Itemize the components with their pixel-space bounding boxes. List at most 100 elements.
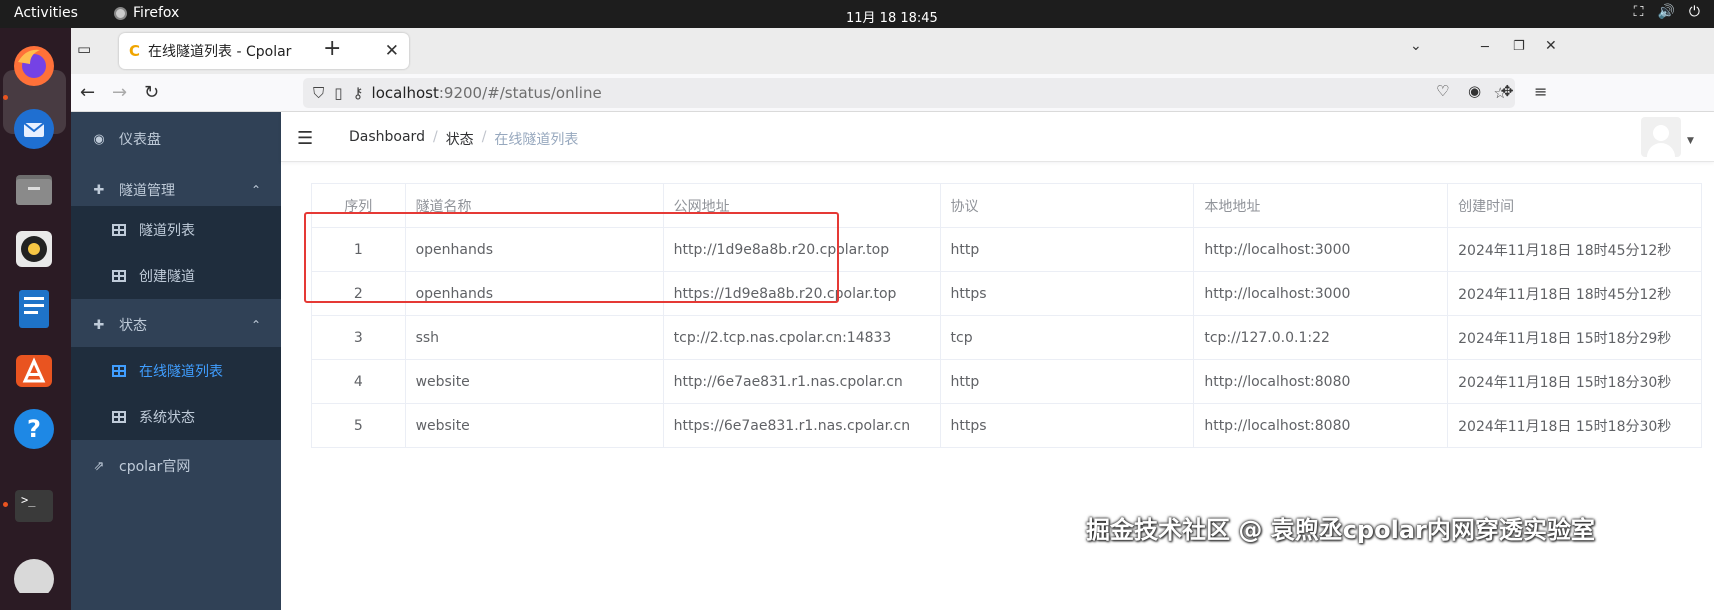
activities-button[interactable]: Activities — [14, 5, 78, 21]
chevron-up-icon: ⌃ — [250, 318, 261, 332]
column-header: 协议 — [939, 183, 1195, 228]
table-cell: 4 — [311, 359, 406, 404]
sidebar: ◉ 仪表盘 ✚ 隧道管理 ⌃ 隧道列表 创建隧道 ✚ 状态 ⌃ 在线隧道列表 系… — [71, 112, 281, 610]
table-row: 5 website https://6e7ae831.r1.nas.cpolar… — [311, 403, 1702, 448]
column-header: 公网地址 — [662, 183, 941, 228]
table-cell: http://1d9e8a8b.r20.cpolar.top — [662, 227, 941, 272]
table-header-row: 序列 隧道名称 公网地址 协议 本地地址 创建时间 — [311, 183, 1702, 228]
table-cell: website — [404, 359, 664, 404]
sidebar-item-label: 仪表盘 — [119, 132, 161, 148]
table-cell: 2024年11月18日 18时45分12秒 — [1447, 271, 1702, 316]
external-link-icon: ⇗ — [93, 458, 105, 474]
disc-icon[interactable] — [11, 548, 57, 594]
tunnel-table: 序列 隧道名称 公网地址 协议 本地地址 创建时间 1 openhands ht… — [311, 183, 1702, 448]
sidebar-item-tunnel-list[interactable]: 隧道列表 — [71, 206, 281, 253]
volume-icon[interactable]: 🔊 — [1657, 4, 1674, 20]
caret-down-icon[interactable]: ▼ — [1687, 136, 1694, 146]
files-icon[interactable] — [11, 166, 57, 212]
power-icon[interactable]: ⏻ — [1689, 4, 1700, 20]
table-cell: website — [404, 403, 664, 448]
back-icon[interactable]: ← — [80, 82, 95, 103]
browser-tab-bar: ▭ C 在线隧道列表 - Cpolar ✕ + ⌄ ─ ❐ ✕ — [71, 28, 1714, 74]
chevron-up-icon: ⌃ — [250, 183, 261, 197]
writer-icon[interactable] — [11, 286, 57, 332]
sidebar-item-label: 在线隧道列表 — [139, 363, 223, 380]
sidebar-item-label: cpolar官网 — [119, 459, 191, 475]
sidebar-item-online-tunnels[interactable]: 在线隧道列表 — [71, 347, 281, 394]
account-icon[interactable]: ◉ — [1468, 82, 1481, 100]
close-window-icon[interactable]: ✕ — [1545, 38, 1557, 54]
table-cell: ssh — [404, 315, 664, 360]
table-cell: 1 — [311, 227, 406, 272]
table-cell: http — [939, 359, 1195, 404]
column-header: 本地地址 — [1193, 183, 1449, 228]
list-tabs-chevron-icon[interactable]: ⌄ — [1410, 38, 1422, 54]
key-icon[interactable]: ⚷ — [353, 84, 364, 102]
shield-icon[interactable]: ⛉ — [313, 84, 324, 102]
table-cell: openhands — [404, 227, 664, 272]
sidebar-item-system-status[interactable]: 系统状态 — [71, 393, 281, 440]
forward-icon[interactable]: → — [112, 82, 127, 103]
avatar[interactable] — [1641, 117, 1681, 157]
app-menu[interactable]: Firefox — [114, 5, 179, 21]
table-cell: 2024年11月18日 18时45分12秒 — [1447, 227, 1702, 272]
help-icon[interactable]: ? — [11, 406, 57, 452]
tab-overview-icon[interactable]: ▭ — [77, 40, 91, 58]
restore-icon[interactable]: ❐ — [1513, 39, 1525, 54]
breadcrumb-dashboard[interactable]: Dashboard — [349, 129, 425, 149]
minimize-icon[interactable]: ─ — [1481, 40, 1489, 55]
extensions-icon[interactable]: ✥ — [1501, 82, 1514, 100]
app-name: Firefox — [133, 5, 180, 21]
network-icon[interactable]: ⛶ — [1634, 4, 1644, 20]
sidebar-item-label: 状态 — [119, 318, 147, 334]
url-bar[interactable]: ⛉ ▯ ⚷ localhost:9200/#/status/online ☆ — [303, 78, 1515, 108]
clock[interactable]: 11月 18 18:45 — [846, 7, 938, 26]
terminal-icon[interactable]: >_ — [11, 483, 57, 529]
running-indicator — [3, 502, 8, 507]
table-row: 2 openhands https://1d9e8a8b.r20.cpolar.… — [311, 271, 1702, 316]
rhythmbox-icon[interactable] — [11, 226, 57, 272]
sidebar-item-dashboard[interactable]: ◉ 仪表盘 — [71, 112, 281, 166]
reload-icon[interactable]: ↻ — [144, 82, 159, 103]
url-path: :9200/#/status/online — [438, 84, 602, 102]
table-cell: https — [939, 271, 1195, 316]
table-cell: http — [939, 227, 1195, 272]
hamburger-icon[interactable]: ☰ — [297, 128, 313, 149]
table-cell: https://6e7ae831.r1.nas.cpolar.cn — [662, 403, 941, 448]
table-cell: http://localhost:3000 — [1193, 227, 1449, 272]
sidebar-item-status[interactable]: ✚ 状态 ⌃ — [71, 298, 281, 352]
plus-circle-icon: ✚ — [93, 317, 105, 333]
new-tab-icon[interactable]: + — [323, 36, 341, 61]
menu-icon[interactable]: ≡ — [1534, 82, 1547, 101]
dock: ? >_ — [0, 28, 71, 610]
table-row: 1 openhands http://1d9e8a8b.r20.cpolar.t… — [311, 227, 1702, 272]
app-center-icon[interactable] — [11, 346, 57, 392]
browser-nav-bar: ← → ↻ ⛉ ▯ ⚷ localhost:9200/#/status/onli… — [71, 74, 1714, 112]
running-indicator — [3, 95, 8, 100]
url-host: localhost — [371, 84, 439, 102]
plus-circle-icon: ✚ — [93, 182, 105, 198]
column-header: 创建时间 — [1447, 183, 1702, 228]
thunderbird-icon[interactable] — [11, 106, 57, 152]
firefox-small-icon — [114, 6, 127, 20]
breadcrumb-status[interactable]: 状态 — [446, 129, 474, 149]
system-tray[interactable]: ⛶ 🔊 ⏻ — [1634, 4, 1700, 20]
sidebar-item-label: 系统状态 — [139, 409, 195, 426]
table-cell: 2024年11月18日 15时18分30秒 — [1447, 403, 1702, 448]
table-cell: http://6e7ae831.r1.nas.cpolar.cn — [662, 359, 941, 404]
pocket-icon[interactable]: ♡ — [1436, 82, 1449, 100]
browser-tab[interactable]: C 在线隧道列表 - Cpolar ✕ — [119, 33, 409, 69]
table-row: 4 website http://6e7ae831.r1.nas.cpolar.… — [311, 359, 1702, 404]
breadcrumb-current: 在线隧道列表 — [494, 132, 579, 148]
firefox-icon[interactable] — [11, 43, 57, 89]
grid-icon — [111, 268, 127, 284]
sidebar-item-cpolar-website[interactable]: ⇗ cpolar官网 — [71, 439, 281, 493]
table-cell: tcp://127.0.0.1:22 — [1193, 315, 1449, 360]
cpolar-favicon-icon: C — [129, 42, 141, 60]
close-tab-icon[interactable]: ✕ — [385, 41, 399, 61]
table-cell: http://localhost:8080 — [1193, 359, 1449, 404]
sidebar-item-label: 隧道管理 — [119, 183, 175, 199]
page-icon[interactable]: ▯ — [334, 84, 342, 102]
grid-icon — [111, 409, 127, 425]
sidebar-item-create-tunnel[interactable]: 创建隧道 — [71, 253, 281, 299]
